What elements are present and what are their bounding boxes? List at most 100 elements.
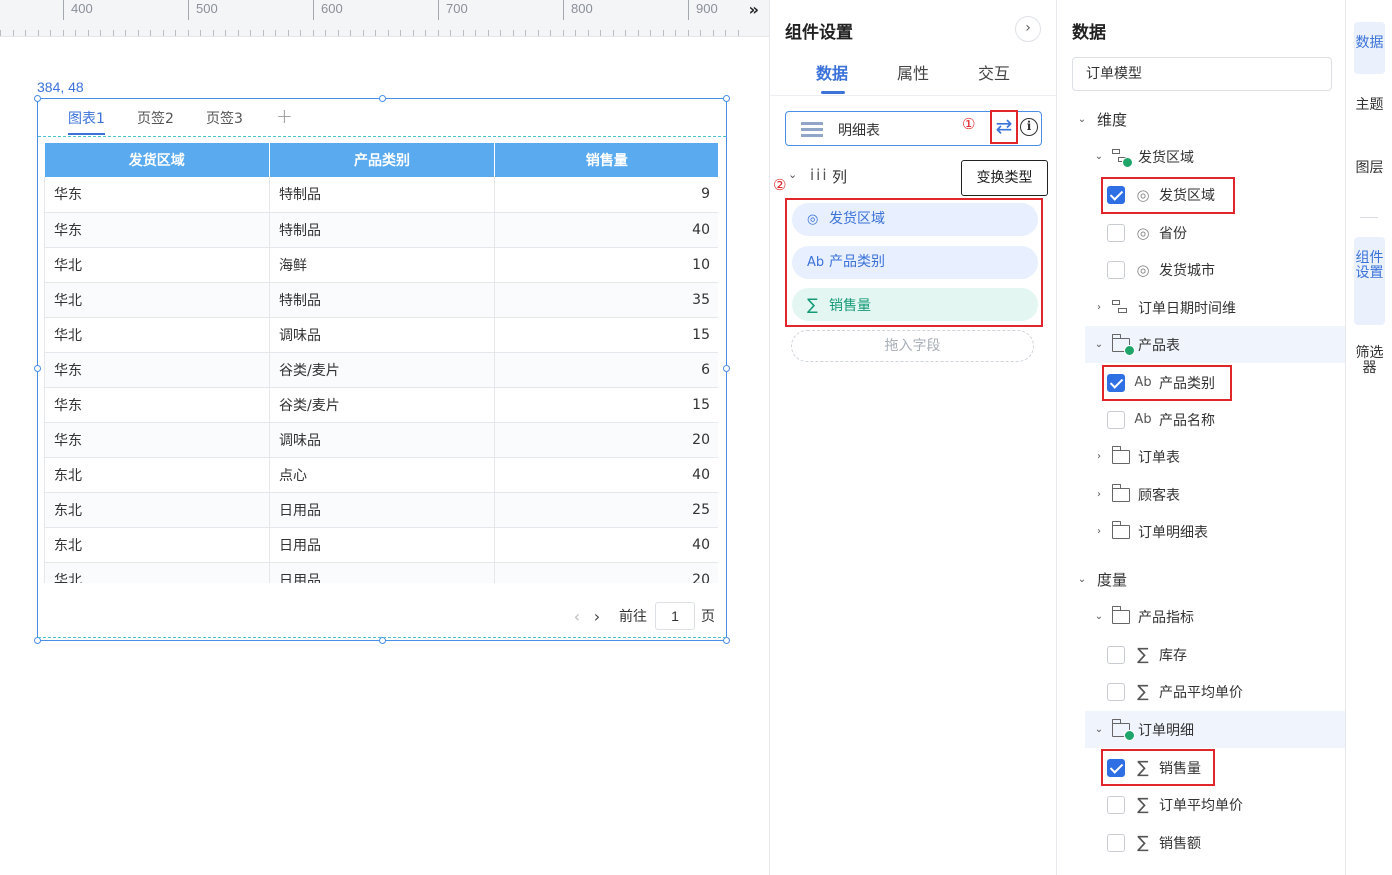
- checkbox[interactable]: [1107, 833, 1125, 852]
- table-row[interactable]: 华北 调味品 15: [44, 317, 718, 353]
- swap-type-icon[interactable]: ⇄: [990, 110, 1018, 144]
- tab-data[interactable]: 数据: [816, 60, 848, 84]
- ruler-minor-tick: [162, 30, 164, 36]
- tab-properties[interactable]: 属性: [897, 60, 929, 84]
- tree-field-city[interactable]: ◎ 发货城市: [1107, 251, 1215, 288]
- column-header-region[interactable]: 发货区域: [44, 143, 270, 177]
- prev-page-button[interactable]: ‹: [567, 607, 587, 626]
- table-row[interactable]: 华东 特制品 40: [44, 212, 718, 248]
- field-pill-sales-qty[interactable]: ∑ 销售量: [792, 288, 1038, 321]
- columns-section-label: 列: [832, 168, 848, 186]
- ruler-minor-tick: [662, 30, 664, 36]
- section-measures[interactable]: ⌄ 度量: [1075, 561, 1127, 598]
- table-row[interactable]: 东北 点心 40: [44, 457, 718, 493]
- folder-icon: [1111, 445, 1130, 464]
- ruler-minor-tick: [700, 30, 701, 36]
- field-drop-zone[interactable]: 拖入字段: [791, 330, 1034, 362]
- component-settings-panel: 组件设置 › 数据 属性 交互 明细表 ⇄ i: [769, 0, 1057, 875]
- ruler-minor-tick: [712, 30, 714, 36]
- tree-field-province[interactable]: ◎ 省份: [1107, 214, 1187, 251]
- tree-group-order-detail-table[interactable]: › 订单明细表: [1092, 513, 1208, 550]
- chevron-down-icon: ⌄: [1077, 574, 1087, 585]
- ruler-minor-tick: [450, 30, 451, 36]
- tree-field-product-name[interactable]: Ab 产品名称: [1107, 401, 1215, 438]
- tab-chart-1[interactable]: 图表1: [68, 108, 105, 135]
- checkbox[interactable]: [1107, 410, 1125, 429]
- checkbox[interactable]: [1107, 260, 1125, 279]
- ruler-minor-tick: [25, 30, 26, 36]
- table-row[interactable]: 华东 谷类/麦片 15: [44, 387, 718, 423]
- next-page-button[interactable]: ›: [587, 607, 607, 626]
- ruler-major-tick: [563, 0, 564, 20]
- field-pill-category[interactable]: Ab 产品类别: [792, 246, 1038, 279]
- chevron-down-icon[interactable]: ⌄: [788, 168, 797, 181]
- page-number-input[interactable]: [655, 602, 695, 630]
- resize-handle-s[interactable]: [379, 637, 386, 644]
- table-row[interactable]: 华北 海鲜 10: [44, 247, 718, 283]
- tree-field-order-avg-price[interactable]: ∑ 订单平均单价: [1107, 786, 1243, 823]
- annotation-marker-2: ②: [773, 176, 787, 194]
- tree-field-sales-amount[interactable]: ∑ 销售额: [1107, 824, 1201, 861]
- table-row[interactable]: 华东 谷类/麦片 6: [44, 352, 718, 388]
- cell-sales-qty: 10: [494, 247, 718, 283]
- table-row[interactable]: 东北 日用品 40: [44, 527, 718, 563]
- tree-field-avg-price[interactable]: ∑ 产品平均单价: [1107, 673, 1243, 710]
- ruler-major-tick: [688, 0, 689, 20]
- rail-data[interactable]: 数据: [1354, 22, 1385, 74]
- tree-label: 发货城市: [1159, 262, 1215, 279]
- column-header-sales-qty[interactable]: 销售量: [494, 143, 718, 177]
- tab-interaction[interactable]: 交互: [978, 60, 1010, 84]
- add-tab-button[interactable]: +: [276, 104, 293, 128]
- ruler-more-button[interactable]: »: [749, 0, 759, 19]
- tree-group-order-date[interactable]: › 订单日期时间维: [1092, 289, 1236, 326]
- checkbox[interactable]: [1107, 795, 1125, 814]
- table-row[interactable]: 华北 日用品 20: [44, 562, 718, 583]
- checkbox[interactable]: [1107, 682, 1125, 701]
- checkbox[interactable]: [1107, 223, 1125, 242]
- table-row[interactable]: 华东 调味品 20: [44, 422, 718, 458]
- table-row[interactable]: 东北 日用品 25: [44, 492, 718, 528]
- ruler-minor-tick: [375, 30, 376, 36]
- resize-handle-se[interactable]: [723, 637, 730, 644]
- section-dimensions[interactable]: ⌄ 维度: [1075, 101, 1127, 138]
- info-icon[interactable]: i: [1020, 118, 1038, 136]
- resize-handle-e[interactable]: [723, 365, 730, 372]
- tab-page-3[interactable]: 页签3: [206, 108, 243, 128]
- field-pill-region[interactable]: ◎ 发货区域: [792, 203, 1038, 236]
- section-label: 维度: [1097, 111, 1128, 129]
- column-header-category[interactable]: 产品类别: [269, 143, 495, 177]
- tree-label: 订单平均单价: [1159, 797, 1243, 814]
- collapse-panel-button[interactable]: ›: [1015, 16, 1041, 42]
- table-row[interactable]: 华北 特制品 35: [44, 282, 718, 318]
- cell-sales-qty: 6: [494, 352, 718, 388]
- checkbox[interactable]: [1107, 645, 1125, 664]
- rail-component-settings[interactable]: 组件设置: [1354, 237, 1385, 325]
- field-pill-label: 发货区域: [829, 211, 885, 227]
- resize-handle-sw[interactable]: [34, 637, 41, 644]
- data-model-select[interactable]: 订单模型: [1072, 57, 1332, 91]
- ruler-minor-tick: [62, 30, 64, 36]
- tree-label: 发货区域: [1138, 149, 1194, 166]
- tree-group-customer-table[interactable]: › 顾客表: [1092, 476, 1180, 513]
- chart-type-select[interactable]: 明细表 ⇄ i: [785, 110, 1042, 146]
- tab-widget[interactable]: 图表1 页签2 页签3 + 发货区域 产品类别 销售量 华东 特制品 9 华东 特制品 4…: [34, 95, 730, 644]
- chevron-down-icon: ⌄: [1077, 114, 1087, 125]
- tab-page-2[interactable]: 页签2: [137, 108, 174, 128]
- tree-group-order-detail[interactable]: ⌄ 订单明细: [1085, 711, 1345, 748]
- tree-label: 订单表: [1138, 449, 1180, 466]
- ruler-minor-tick: [112, 30, 114, 36]
- cell-region: 东北: [44, 527, 270, 563]
- tree-field-stock[interactable]: ∑ 库存: [1107, 636, 1187, 673]
- tree-group-product-metrics[interactable]: ⌄ 产品指标: [1092, 598, 1194, 635]
- tree-group-order-table[interactable]: › 订单表: [1092, 438, 1180, 475]
- tree-group-region[interactable]: ⌄ 发货区域: [1092, 138, 1194, 175]
- rail-theme[interactable]: 主题: [1354, 90, 1385, 142]
- table-row[interactable]: 华东 特制品 9: [44, 177, 718, 213]
- resize-handle-w[interactable]: [34, 365, 41, 372]
- rail-layers[interactable]: 图层: [1354, 153, 1385, 205]
- rail-filters[interactable]: 筛选器: [1354, 338, 1385, 402]
- ruler-tick-label: 700: [446, 1, 468, 16]
- ruler-minor-tick: [300, 30, 301, 36]
- tree-group-product-table[interactable]: ⌄ 产品表: [1085, 326, 1345, 363]
- cell-category: 谷类/麦片: [269, 352, 495, 388]
